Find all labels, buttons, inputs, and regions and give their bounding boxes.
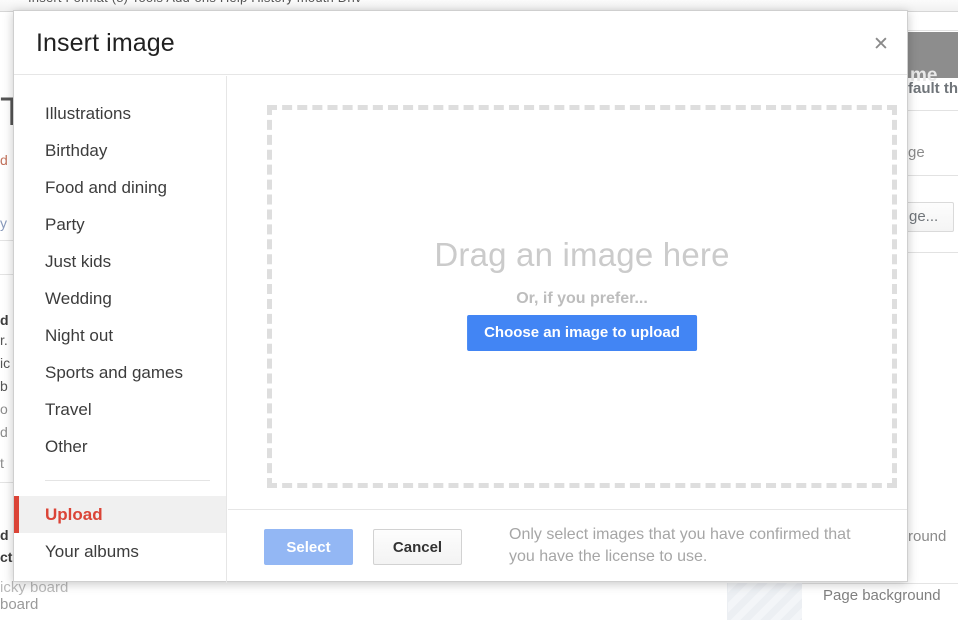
sidebar-item-label: Upload — [45, 505, 103, 524]
background-left-fragment: d — [0, 527, 14, 543]
sidebar-item-food-and-dining[interactable]: Food and dining — [14, 169, 226, 206]
sidebar-item-birthday[interactable]: Birthday — [14, 132, 226, 169]
sidebar-item-just-kids[interactable]: Just kids — [14, 243, 226, 280]
sidebar-item-travel[interactable]: Travel — [14, 391, 226, 428]
sidebar-item-wedding[interactable]: Wedding — [14, 280, 226, 317]
background-panel-fragment: fault the — [908, 80, 958, 97]
page-background-swatch[interactable] — [727, 583, 802, 620]
background-bottom-strip: Page background icky board board — [0, 583, 958, 620]
page-background-label: Page background — [823, 587, 941, 604]
dialog-header: Insert image ✕ — [14, 11, 907, 75]
dialog-content: Drag an image here Or, if you prefer... … — [228, 76, 907, 583]
background-divider — [908, 252, 958, 253]
background-left-fragment: r. — [0, 332, 14, 348]
sidebar-divider — [45, 480, 210, 481]
sidebar-item-label: Just kids — [45, 252, 111, 271]
sidebar-item-label: Party — [45, 215, 85, 234]
sidebar-item-upload[interactable]: Upload — [14, 496, 226, 533]
dropzone-title: Drag an image here — [272, 236, 892, 274]
background-left-fragment: ct — [0, 549, 14, 565]
background-divider — [0, 482, 13, 483]
background-button-label: ge... — [909, 208, 938, 225]
background-left-fragment: b — [0, 378, 14, 394]
image-dropzone[interactable]: Drag an image here Or, if you prefer... … — [267, 105, 897, 488]
background-left-fragment: o — [0, 401, 14, 417]
background-left-fragment-title: T — [0, 90, 14, 134]
background-divider — [908, 110, 958, 111]
background-ghost-text: board — [0, 596, 38, 613]
background-active-tab[interactable]: me — [908, 32, 958, 78]
sidebar-item-illustrations[interactable]: Illustrations — [14, 95, 226, 132]
sidebar-item-label: Travel — [45, 400, 92, 419]
background-divider — [908, 175, 958, 176]
sidebar-item-label: Illustrations — [45, 104, 131, 123]
cancel-button[interactable]: Cancel — [373, 529, 462, 565]
sidebar-item-sports-and-games[interactable]: Sports and games — [14, 354, 226, 391]
background-divider — [0, 274, 13, 275]
dialog-footer: Select Cancel Only select images that yo… — [228, 509, 907, 583]
background-left-fragment: d — [0, 312, 14, 328]
sidebar-item-label: Other — [45, 437, 88, 456]
background-divider — [908, 30, 958, 31]
background-left-fragment: t — [0, 455, 14, 471]
background-left-fragment: ic — [0, 355, 14, 371]
sidebar-item-label: Sports and games — [45, 363, 183, 382]
sidebar-item-label: Wedding — [45, 289, 112, 308]
sidebar-item-label: Your albums — [45, 542, 139, 561]
screen: Insert Format (8) Tools Add-ons Help His… — [0, 0, 958, 620]
close-icon[interactable]: ✕ — [867, 31, 895, 59]
sidebar-item-label: Food and dining — [45, 178, 167, 197]
dropzone-subtitle: Or, if you prefer... — [272, 290, 892, 308]
license-note: Only select images that you have confirm… — [509, 524, 869, 568]
insert-image-dialog: Insert image ✕ Illustrations Birthday Fo… — [13, 10, 908, 582]
sidebar-item-other[interactable]: Other — [14, 428, 226, 465]
background-left-fragment: y — [0, 215, 14, 231]
dialog-sidebar: Illustrations Birthday Food and dining P… — [14, 76, 227, 583]
sidebar-item-night-out[interactable]: Night out — [14, 317, 226, 354]
background-left-strip: T d y d r. ic b o d t d ct ic — [0, 12, 13, 620]
background-menubar-text: Insert Format (8) Tools Add-ons Help His… — [28, 0, 362, 5]
sidebar-item-party[interactable]: Party — [14, 206, 226, 243]
background-panel-fragment: round — [908, 528, 946, 545]
background-left-fragment: d — [0, 424, 14, 440]
sidebar-item-label: Night out — [45, 326, 113, 345]
license-note-line-1: Only select images that you have confirm… — [509, 524, 869, 546]
background-divider — [0, 240, 13, 241]
select-button[interactable]: Select — [264, 529, 353, 565]
sidebar-item-your-albums[interactable]: Your albums — [14, 533, 226, 570]
background-panel-fragment: ge — [908, 144, 925, 161]
license-note-line-2: you have the license to use. — [509, 546, 869, 568]
sidebar-item-label: Birthday — [45, 141, 107, 160]
background-left-fragment: d — [0, 152, 14, 168]
dialog-title: Insert image — [36, 29, 175, 58]
background-change-image-button[interactable]: ge... — [908, 202, 954, 232]
choose-image-to-upload-button[interactable]: Choose an image to upload — [467, 315, 697, 351]
background-theme-panel: me fault the ge ge... round — [908, 12, 958, 620]
